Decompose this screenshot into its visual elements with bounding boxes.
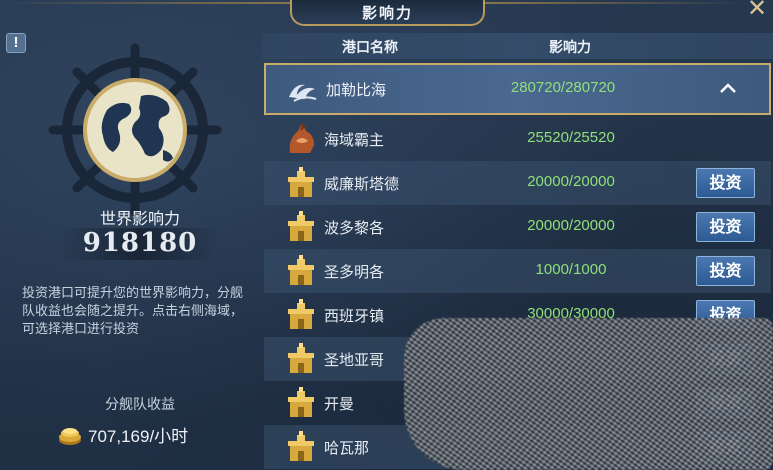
sea-region-name: 加勒比海 (326, 82, 387, 99)
ship-wheel-globe-icon (48, 43, 222, 217)
dragon-helmet-icon (289, 123, 314, 153)
port-influence: 1000/1000 (535, 261, 607, 278)
gold-castle-icon (288, 211, 314, 241)
gold-coins-icon (59, 427, 81, 445)
title-banner: 影响力 (290, 0, 485, 26)
port-name: 哈瓦那 (324, 440, 370, 457)
wave-icon (289, 84, 317, 102)
gold-castle-icon (288, 431, 314, 461)
invest-button[interactable]: 投资 (696, 212, 755, 242)
port-name: 开曼 (324, 396, 355, 413)
close-icon[interactable]: ✕ (745, 0, 769, 20)
port-name: 波多黎各 (324, 220, 385, 237)
table-row[interactable]: 威廉斯塔德 20000/20000 投资 (264, 161, 771, 205)
port-name: 圣多明各 (324, 264, 385, 281)
title-divider-left (0, 2, 290, 4)
header-influence: 影响力 (549, 40, 591, 56)
info-icon[interactable]: ! (6, 33, 26, 53)
port-influence: 25520/25520 (527, 129, 615, 146)
influence-description: 投资港口可提升您的世界影响力，分舰队收益也会随之提升。点击右侧海域，可选择港口进… (22, 285, 244, 336)
fleet-income-value: 707,169/小时 (88, 427, 189, 446)
port-name: 威廉斯塔德 (324, 176, 400, 193)
table-row[interactable]: 波多黎各 20000/20000 投资 (264, 205, 771, 249)
world-influence-label: 世界影响力 (99, 209, 180, 228)
invest-button[interactable]: 投资 (696, 256, 755, 286)
world-influence-value: 918180 (60, 228, 220, 260)
gold-castle-icon (288, 387, 314, 417)
obscured-region (404, 318, 773, 470)
sea-region-value: 280720/280720 (510, 79, 616, 96)
port-influence: 20000/20000 (527, 217, 615, 234)
port-name: 圣地亚哥 (324, 352, 385, 369)
gold-castle-icon (288, 299, 314, 329)
invest-button[interactable]: 投资 (696, 168, 755, 198)
port-name: 海域霸主 (324, 132, 385, 149)
gold-castle-icon (288, 343, 314, 373)
table-row[interactable]: 海域霸主 25520/25520 (264, 117, 771, 161)
page-title: 影响力 (361, 3, 413, 22)
fleet-income: 707,169/小时 (58, 422, 188, 447)
table-header: 港口名称 影响力 (262, 33, 773, 59)
gold-castle-icon (288, 167, 314, 197)
port-name: 西班牙镇 (324, 308, 385, 325)
header-port-name: 港口名称 (342, 40, 398, 56)
chevron-up-icon[interactable] (716, 77, 740, 101)
port-influence: 20000/20000 (527, 173, 615, 190)
gold-castle-icon (288, 255, 314, 285)
fleet-income-label: 分舰队收益 (105, 396, 175, 412)
title-divider-right (485, 2, 745, 4)
table-row[interactable]: 圣多明各 1000/1000 投资 (264, 249, 771, 293)
sea-region-row-selected[interactable]: 加勒比海 280720/280720 (264, 63, 771, 115)
